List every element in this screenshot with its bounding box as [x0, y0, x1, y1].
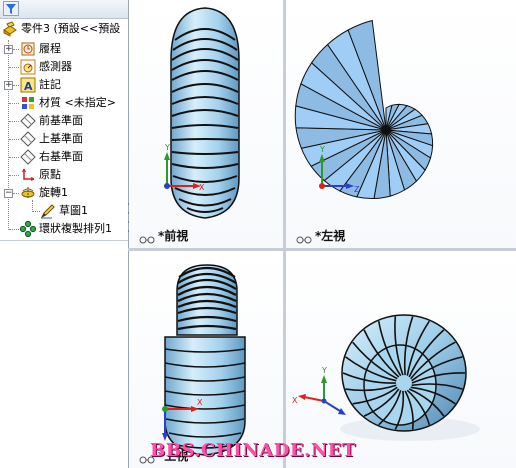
history-icon — [20, 41, 36, 57]
glasses-icon — [139, 233, 155, 243]
tree-connector — [13, 193, 19, 194]
revolve-icon — [20, 185, 36, 201]
tree-item-right-plane[interactable]: 右基準面 — [20, 148, 83, 166]
filter-icon[interactable] — [3, 1, 19, 16]
viewport-front[interactable]: Y X *前視 — [129, 0, 283, 248]
glasses-icon — [296, 233, 312, 243]
tree-connector — [9, 157, 19, 158]
tree-toolbar — [0, 0, 128, 19]
viewport-splitter-horizontal[interactable] — [128, 248, 516, 251]
svg-text:X: X — [199, 183, 205, 192]
tree-connector — [8, 40, 9, 230]
svg-text:Y: Y — [164, 143, 170, 152]
watermark-text: BBS.CHINADE.NET — [150, 440, 356, 461]
tree-item-label: 旋轉1 — [39, 186, 68, 199]
tree-connector — [9, 229, 19, 230]
tree-root-part[interactable]: 零件3 (預設<<預設 — [2, 20, 120, 38]
tree-item-label: 履程 — [39, 42, 61, 55]
tree-connector — [9, 121, 19, 122]
tree-empty-area — [0, 241, 128, 468]
tree-item-label: 感測器 — [39, 60, 72, 73]
svg-text:Y: Y — [319, 145, 325, 154]
tree-connector — [13, 85, 19, 86]
annotation-icon: A — [20, 77, 36, 93]
tree-item-material[interactable]: 材質 <未指定> — [20, 94, 116, 112]
tree-connector — [9, 175, 19, 176]
svg-text:Z: Z — [354, 185, 360, 194]
origin-icon — [20, 167, 36, 183]
tree-connector — [32, 211, 40, 212]
tree-connector — [13, 49, 19, 50]
tree-item-label: 原點 — [39, 168, 61, 181]
material-icon — [20, 95, 36, 111]
svg-text:X: X — [292, 396, 298, 405]
tree-item-annotations[interactable]: A 註記 — [20, 76, 61, 94]
front-view-model: Y X — [164, 7, 240, 219]
tree-item-history[interactable]: 履程 — [20, 40, 61, 58]
tree-connector — [9, 139, 19, 140]
expand-toggle-history[interactable]: + — [4, 45, 13, 54]
tree-item-label: 草圖1 — [59, 204, 88, 217]
viewport-label-left: *左視 — [296, 227, 345, 244]
svg-text:A: A — [24, 80, 33, 93]
plane-icon — [20, 113, 36, 129]
part-icon — [2, 21, 18, 37]
viewport-label-front: *前視 — [139, 227, 188, 244]
tree-item-label: 環狀複製排列1 — [39, 222, 112, 235]
svg-text:X: X — [197, 398, 203, 407]
circular-pattern-icon — [19, 220, 37, 238]
tree-item-circular-pattern[interactable]: 環狀複製排列1 — [19, 220, 112, 238]
tree-item-revolve[interactable]: 旋轉1 — [20, 184, 68, 202]
tree-item-label: 材質 <未指定> — [39, 96, 116, 109]
sensor-icon — [20, 59, 36, 75]
tree-item-sketch[interactable]: 草圖1 — [40, 202, 88, 220]
tree-item-label: 註記 — [39, 78, 61, 91]
svg-text:Y: Y — [321, 366, 327, 375]
viewport-top[interactable]: X *上視 — [129, 251, 283, 468]
left-view-model: Y Z — [294, 19, 434, 200]
axis-triad-icon: Y X — [292, 366, 346, 415]
viewport-label-text: *左視 — [315, 229, 346, 243]
tree-root-label: 零件3 (預設<<預設 — [21, 22, 121, 35]
top-view-model: X — [162, 264, 246, 456]
viewport-label-text: *前視 — [158, 229, 189, 243]
expand-toggle-revolve[interactable]: − — [4, 189, 13, 198]
tree-item-label: 上基準面 — [39, 132, 83, 145]
feature-manager-tree: 零件3 (預設<<預設 + 履程 感測器 + A 註記 材質 <未指定> 前基準… — [0, 0, 129, 468]
viewport-isometric[interactable]: Y X — [286, 251, 516, 468]
plane-icon — [20, 149, 36, 165]
sketch-icon — [40, 203, 56, 219]
tree-item-origin[interactable]: 原點 — [20, 166, 61, 184]
viewport-splitter-vertical[interactable] — [283, 0, 286, 468]
tree-connector — [9, 103, 19, 104]
viewport-left[interactable]: Y Z *左視 — [286, 0, 516, 248]
tree-item-top-plane[interactable]: 上基準面 — [20, 130, 83, 148]
tree-item-front-plane[interactable]: 前基準面 — [20, 112, 83, 130]
tree-item-label: 右基準面 — [39, 150, 83, 163]
tree-item-sensors[interactable]: 感測器 — [20, 58, 72, 76]
isometric-view-model: Y X — [292, 314, 480, 441]
tree-item-label: 前基準面 — [39, 114, 83, 127]
plane-icon — [20, 131, 36, 147]
expand-toggle-annotations[interactable]: + — [4, 81, 13, 90]
tree-connector — [9, 67, 19, 68]
